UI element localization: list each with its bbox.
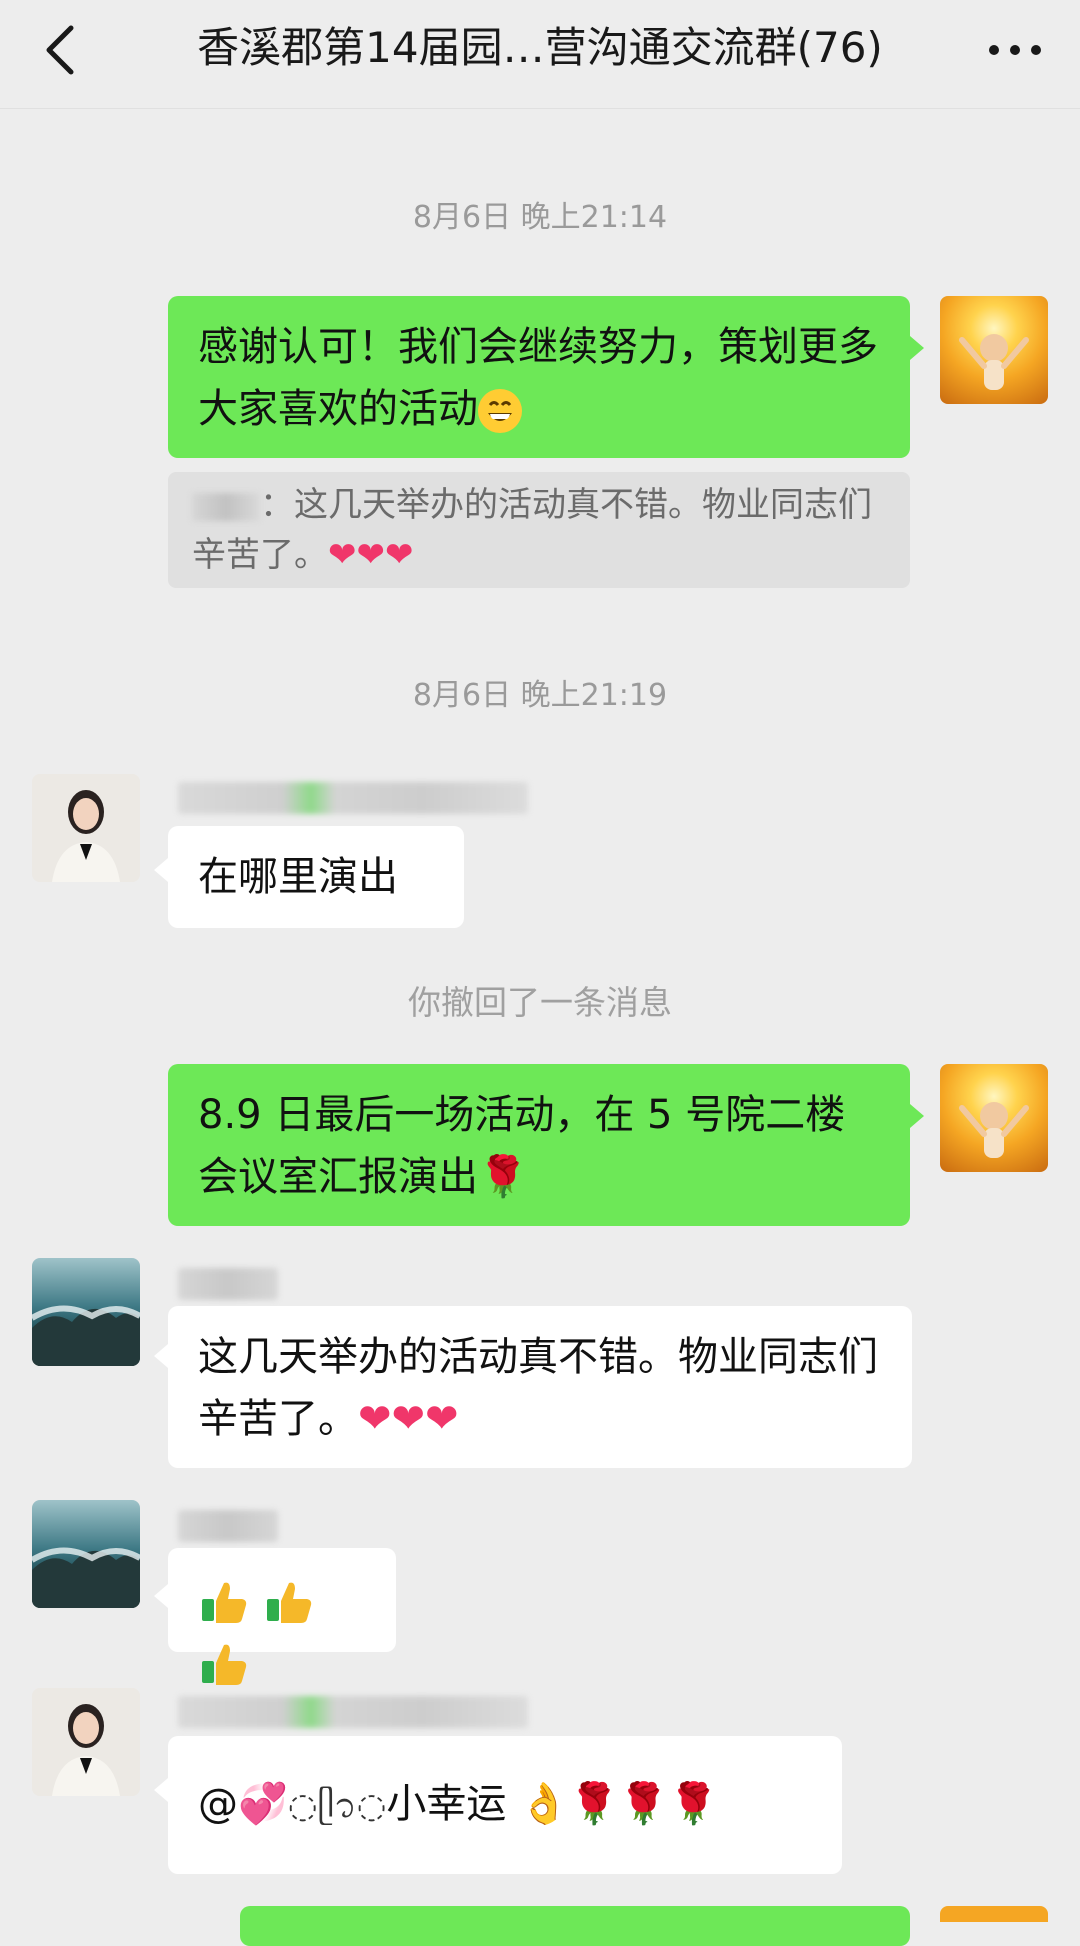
decorative-symbols: 💞: [238, 1781, 288, 1827]
timestamp: 8月6日 晚上21:19: [412, 678, 668, 713]
avatar-landscape[interactable]: [32, 1258, 140, 1366]
grinning-face-emoji: [478, 389, 522, 433]
heart-emoji: ❤❤❤: [328, 535, 414, 575]
heart-emoji: ❤❤❤: [358, 1396, 459, 1442]
timestamp: 8月6日 晚上21:14: [412, 200, 668, 235]
bubble-tail: [154, 1344, 168, 1368]
sender-name-blurred: [178, 1268, 278, 1300]
mention-name: 小幸运: [386, 1781, 507, 1827]
ok-hand-and-roses-emoji: 👌🌹🌹🌹: [519, 1781, 719, 1827]
avatar-woman[interactable]: [32, 1688, 140, 1796]
sender-name-blurred: [178, 782, 528, 814]
message-bubble-other[interactable]: 这几天举办的活动真不错。物业同志们辛苦了。❤❤❤: [168, 1306, 912, 1468]
message-bubble-other[interactable]: @💞◌ᥫ᭡◌小幸运 👌🌹🌹🌹: [168, 1736, 842, 1874]
chat-title: 香溪郡第14届园…营沟通交流群(76): [197, 23, 883, 72]
avatar-woman[interactable]: [32, 774, 140, 882]
bubble-tail: [154, 1778, 168, 1802]
recalled-notice: 你撤回了一条消息: [408, 983, 672, 1022]
message-bubble-self[interactable]: 感谢认可！我们会继续努力，策划更多大家喜欢的活动: [168, 296, 910, 458]
top-bar: 香溪郡第14届园…营沟通交流群(76): [0, 0, 1080, 109]
message-bubble-other[interactable]: 在哪里演出: [168, 826, 464, 928]
message-text: 这几天举办的活动真不错。物业同志们辛苦了。: [198, 1334, 878, 1442]
decorative-symbols: ◌ᥫ᭡◌: [287, 1786, 387, 1826]
quote-text: 这几天举办的活动真不错。物业同志们辛苦了。: [192, 485, 872, 575]
bubble-tail: [910, 1104, 924, 1128]
message-bubble-self[interactable]: 8.9 日最后一场活动，在 5 号院二楼会议室汇报演出🌹: [168, 1064, 910, 1226]
avatar-landscape[interactable]: [32, 1500, 140, 1608]
message-text: 感谢认可！我们会继续努力，策划更多大家喜欢的活动: [198, 324, 878, 432]
rose-emoji: 🌹: [478, 1154, 528, 1200]
message-bubble-self-partial[interactable]: [240, 1906, 910, 1946]
sender-name-blurred: [178, 1696, 528, 1728]
bubble-tail: [154, 1584, 168, 1608]
bubble-tail: [154, 858, 168, 882]
thumbs-up-emoji: [198, 1576, 315, 1685]
more-button[interactable]: [980, 20, 1050, 80]
avatar-self-partial[interactable]: [940, 1906, 1048, 1922]
bubble-tail: [910, 336, 924, 360]
more-dots-icon: [989, 45, 1041, 55]
avatar-self[interactable]: [940, 1064, 1048, 1172]
blurred-name: [192, 492, 260, 521]
quoted-message[interactable]: ：这几天举办的活动真不错。物业同志们辛苦了。❤❤❤: [168, 472, 910, 588]
mention-at: @: [198, 1781, 238, 1827]
back-button[interactable]: [30, 20, 90, 80]
message-bubble-other[interactable]: [168, 1548, 396, 1685]
chevron-left-icon: [46, 25, 74, 75]
message-text: 在哪里演出: [198, 854, 398, 900]
avatar-self[interactable]: [940, 296, 1048, 404]
sender-name-blurred: [178, 1510, 278, 1542]
